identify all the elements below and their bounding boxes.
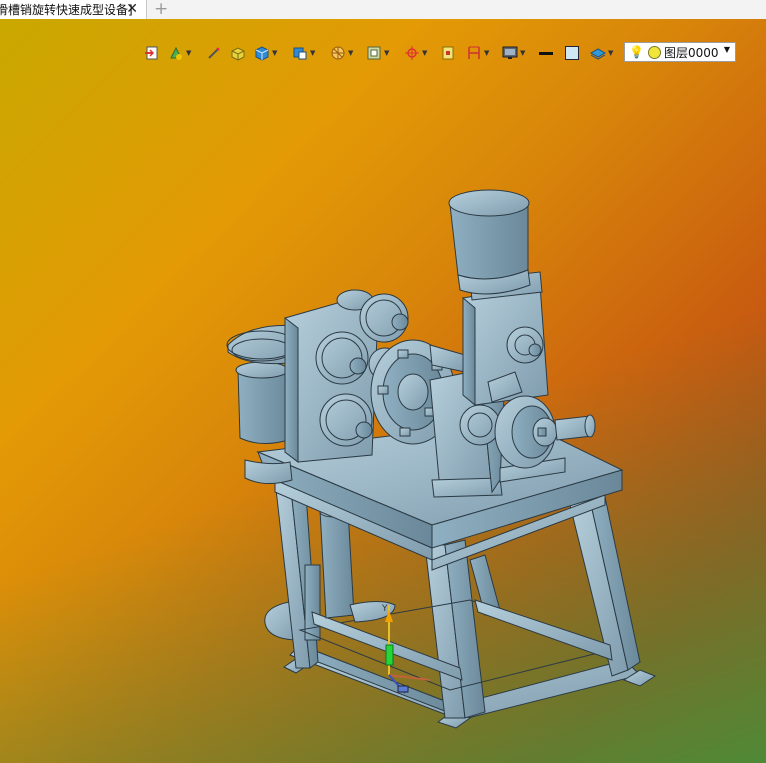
cube-button[interactable]: ▼	[254, 43, 277, 63]
layer-color-dot	[647, 45, 661, 59]
chevron-down-icon: ▼	[723, 45, 730, 54]
box-button[interactable]	[230, 43, 246, 63]
bounds-button[interactable]	[440, 43, 456, 63]
dimension-icon	[468, 46, 480, 59]
box-yellow-icon	[231, 47, 245, 61]
paint-icon	[170, 46, 182, 60]
layer-label: 图层0000	[663, 45, 719, 60]
layers-button[interactable]: ▼	[590, 43, 613, 63]
color-button[interactable]	[564, 43, 580, 63]
monitor-icon	[502, 46, 518, 59]
layer-dropdown[interactable]: 💡 图层0000 ▼	[624, 42, 736, 62]
line-icon	[539, 52, 553, 55]
chevron-down-icon: ▼	[186, 49, 192, 57]
chevron-down-icon: ▼	[484, 49, 490, 57]
bounds-icon	[442, 46, 454, 60]
chevron-down-icon: ▼	[422, 49, 428, 57]
view-cube-button[interactable]: ▼	[292, 43, 315, 63]
import-icon	[145, 46, 158, 60]
lightbulb-icon: 💡	[629, 45, 644, 59]
display-button[interactable]: ▼	[366, 43, 389, 63]
display-icon	[367, 46, 381, 60]
new-tab-icon[interactable]: +	[154, 0, 168, 19]
chevron-down-icon: ▼	[520, 49, 526, 57]
axis-button[interactable]: ▼	[404, 43, 427, 63]
tab-bar: 滑槽销旋转快速成型设备] ✕ +	[0, 0, 766, 20]
chevron-down-icon: ▼	[272, 49, 278, 57]
close-icon[interactable]: ✕	[126, 1, 138, 17]
3d-viewport[interactable]: ▼ ▼ ▼ ▼ ▼ ▼ ▼ ▼ ▼ 💡 图层0000 ▼ Y	[0, 19, 766, 763]
machine-3d-model[interactable]: Y	[0, 19, 766, 763]
edit-icon	[208, 47, 220, 59]
view-toolbar: ▼ ▼ ▼ ▼ ▼ ▼ ▼ ▼ ▼ 💡 图层0000 ▼	[140, 41, 766, 65]
edit-button[interactable]	[206, 43, 222, 63]
chevron-down-icon: ▼	[608, 49, 614, 57]
section-icon	[331, 46, 345, 60]
line-style-button[interactable]	[538, 43, 554, 63]
view-cube-icon	[293, 47, 307, 60]
top-drum	[448, 189, 531, 295]
document-tab-title: 滑槽销旋转快速成型设备]	[0, 3, 133, 17]
triad-y-label: Y	[381, 604, 388, 614]
monitor-button[interactable]: ▼	[502, 43, 525, 63]
chevron-down-icon: ▼	[384, 49, 390, 57]
chevron-down-icon: ▼	[348, 49, 354, 57]
section-button[interactable]: ▼	[330, 43, 353, 63]
dimension-button[interactable]: ▼	[466, 43, 489, 63]
cube-icon	[255, 46, 269, 61]
import-button[interactable]	[144, 43, 160, 63]
layers-icon	[590, 48, 606, 60]
paint-button[interactable]: ▼	[168, 43, 191, 63]
chevron-down-icon: ▼	[310, 49, 316, 57]
document-tab[interactable]: 滑槽销旋转快速成型设备] ✕	[0, 0, 147, 19]
color-square-icon	[565, 46, 579, 60]
axis-icon	[405, 46, 419, 60]
